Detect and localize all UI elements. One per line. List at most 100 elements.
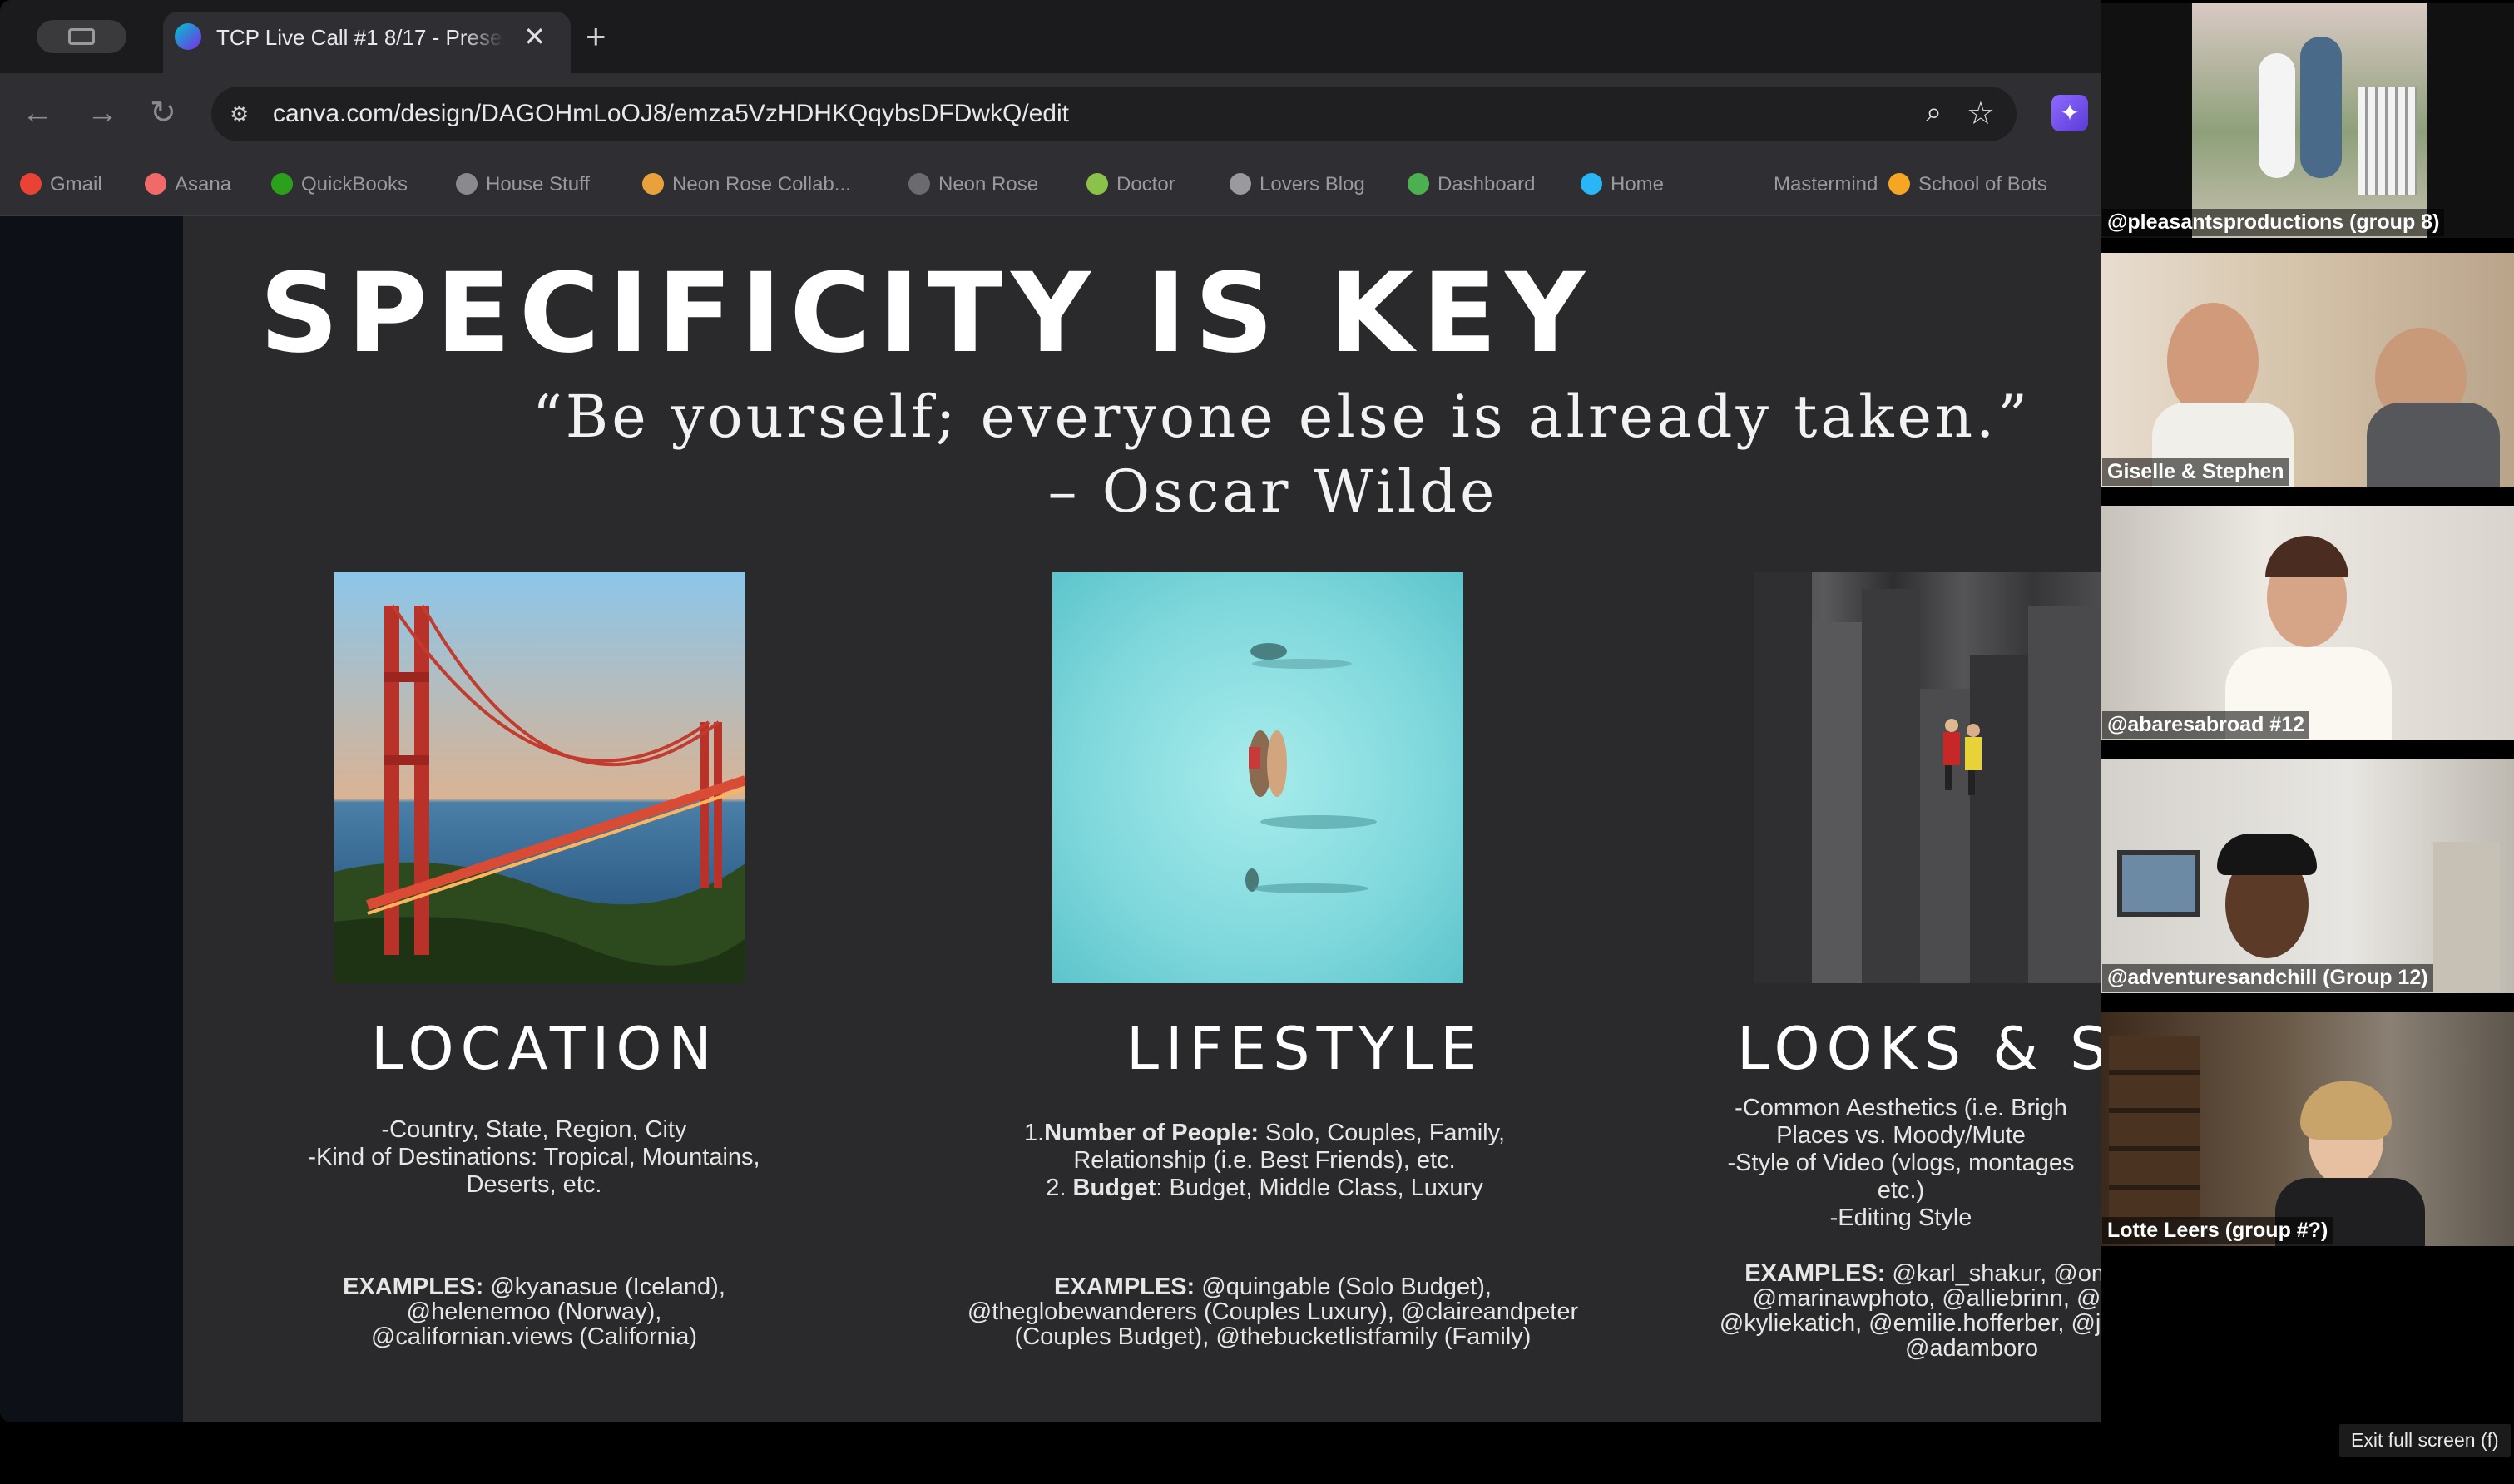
- bookmark-favicon-icon: [20, 173, 42, 195]
- site-settings-icon[interactable]: ⚙: [230, 101, 255, 126]
- video-call-panel: @pleasantsproductions (group 8) Giselle …: [2101, 0, 2514, 1484]
- bookmark-item[interactable]: Gmail: [20, 170, 102, 200]
- category-title-lifestyle: LIFESTYLE: [1126, 1015, 1484, 1083]
- example-handles: @theglobewanderers (Couples Luxury), @cl…: [967, 1298, 1579, 1325]
- participant-video: [2101, 1012, 2514, 1246]
- bookmark-favicon-icon: [1408, 173, 1429, 195]
- tab-strip: TCP Live Call #1 8/17 - Presentation ✕ +: [0, 0, 2101, 73]
- participant-name: @abaresabroad #12: [2102, 711, 2309, 739]
- bookmark-item[interactable]: Neon Rose Collab...: [642, 170, 851, 200]
- reload-button[interactable]: ↻: [150, 93, 176, 133]
- bookmark-label: House Stuff: [486, 173, 590, 195]
- bookmark-favicon-icon: [271, 173, 293, 195]
- example-handles: (Couples Budget), @thebucketlistfamily (…: [1014, 1323, 1532, 1350]
- tab-close-icon[interactable]: ✕: [523, 20, 546, 53]
- bookmark-favicon-icon: [908, 173, 930, 195]
- participant-name: @pleasantsproductions (group 8): [2102, 209, 2445, 236]
- participant-tile[interactable]: @pleasantsproductions (group 8): [2101, 3, 2514, 238]
- bookmark-item[interactable]: Doctor: [1086, 170, 1175, 200]
- bookmark-item[interactable]: School of Bots: [1888, 170, 2047, 200]
- zoom-icon[interactable]: ⌕: [1926, 96, 1942, 129]
- tab-search-button[interactable]: [37, 20, 126, 53]
- bookmark-item[interactable]: Lovers Blog: [1230, 170, 1365, 200]
- presentation-canvas: SPECIFICITY IS KEY “Be yourself; everyon…: [0, 216, 2101, 1422]
- location-line: -Country, State, Region, City: [381, 1116, 687, 1143]
- bookmark-item[interactable]: Asana: [145, 170, 231, 200]
- slide-title: SPECIFICITY IS KEY: [260, 250, 1593, 378]
- browser-window: TCP Live Call #1 8/17 - Presentation ✕ +…: [0, 0, 2101, 1422]
- new-tab-button[interactable]: +: [586, 17, 606, 57]
- looks-line: Places vs. Moody/Mute: [1776, 1122, 2026, 1149]
- lifestyle-text: Solo, Couples, Family,: [1258, 1120, 1506, 1146]
- bookmark-favicon-icon: [456, 173, 478, 195]
- participant-tile[interactable]: Lotte Leers (group #?): [2101, 1012, 2514, 1246]
- bookmark-favicon-icon: [145, 173, 166, 195]
- bookmark-label: Mastermind: [1774, 173, 1878, 195]
- bookmark-favicon-icon: [1744, 173, 1765, 195]
- back-button[interactable]: ←: [22, 93, 53, 133]
- lifestyle-text: Relationship (i.e. Best Friends), etc.: [1073, 1147, 1456, 1174]
- bookmark-favicon-icon: [642, 173, 664, 195]
- participant-video: [2101, 253, 2514, 487]
- examples-label: EXAMPLES:: [1054, 1274, 1195, 1300]
- example-handles: @kyanasue (Iceland),: [490, 1274, 725, 1300]
- lifestyle-text: : Budget, Middle Class, Luxury: [1156, 1175, 1483, 1201]
- basalt-columns-photo: [1754, 572, 2101, 983]
- list-number: 2.: [1046, 1175, 1066, 1201]
- participant-tile[interactable]: Giselle & Stephen: [2101, 253, 2514, 487]
- list-number: 1.: [1023, 1120, 1045, 1146]
- extension-icon[interactable]: ✦: [2051, 95, 2088, 131]
- looks-line: -Common Aesthetics (i.e. Brigh: [1735, 1095, 2067, 1121]
- canva-favicon-icon: [175, 23, 201, 50]
- examples-label: EXAMPLES:: [343, 1274, 484, 1300]
- category-examples-looks: EXAMPLES: @karl_shakur, @omgadrian, @mar…: [1631, 1261, 2101, 1361]
- bookmark-item[interactable]: House Stuff: [456, 170, 590, 200]
- participant-tile[interactable]: @abaresabroad #12: [2101, 506, 2514, 740]
- example-handles: @kyliekatich, @emilie.hofferber, @jorden…: [1719, 1310, 2101, 1337]
- bookmark-favicon-icon: [1086, 173, 1108, 195]
- examples-label: EXAMPLES:: [1744, 1260, 1886, 1287]
- bookmark-item[interactable]: Mastermind: [1744, 170, 1878, 200]
- bookmark-label: Gmail: [50, 173, 102, 195]
- quote-text: “Be yourself; everyone else is already t…: [532, 383, 2031, 451]
- example-handles: @helenemoo (Norway),: [406, 1298, 662, 1325]
- participant-name: Giselle & Stephen: [2102, 458, 2289, 486]
- golden-gate-bridge-photo: [334, 572, 745, 983]
- participant-name: @adventuresandchill (Group 12): [2102, 964, 2433, 992]
- bookmark-item[interactable]: QuickBooks: [271, 170, 408, 200]
- bookmark-label: Neon Rose Collab...: [672, 173, 851, 195]
- looks-line: -Editing Style: [1829, 1205, 1972, 1231]
- participant-video: [2101, 759, 2514, 993]
- participant-name: Lotte Leers (group #?): [2102, 1217, 2333, 1244]
- example-handles: @quingable (Solo Budget),: [1201, 1274, 1492, 1300]
- bookmark-favicon-icon: [1230, 173, 1251, 195]
- category-body-lifestyle: 1.Number of People: Solo, Couples, Famil…: [998, 1120, 1531, 1202]
- category-title-looks: LOOKS & ST: [1737, 1015, 2101, 1083]
- bookmark-label: Neon Rose: [938, 173, 1039, 195]
- tab-search-icon: [68, 28, 95, 45]
- category-title-location: LOCATION: [371, 1015, 719, 1083]
- looks-line: -Style of Video (vlogs, montages: [1727, 1150, 2075, 1176]
- tab-active[interactable]: TCP Live Call #1 8/17 - Presentation ✕: [163, 12, 571, 73]
- bookmark-label: Asana: [175, 173, 232, 195]
- bookmark-item[interactable]: Dashboard: [1408, 170, 1535, 200]
- looks-line: etc.): [1877, 1177, 1925, 1204]
- address-bar[interactable]: ⚙ canva.com/design/DAGOHmLoOJ8/emza5VzHD…: [211, 87, 2017, 141]
- category-examples-location: EXAMPLES: @kyanasue (Iceland), @helenemo…: [293, 1274, 775, 1349]
- participant-tile[interactable]: @adventuresandchill (Group 12): [2101, 759, 2514, 993]
- bookmark-favicon-icon: [1581, 173, 1602, 195]
- category-examples-lifestyle: EXAMPLES: @quingable (Solo Budget), @the…: [932, 1274, 1614, 1349]
- exit-fullscreen-button[interactable]: Exit full screen (f): [2339, 1424, 2511, 1457]
- quote-attribution: – Oscar Wilde: [1047, 458, 1498, 526]
- bookmark-star-icon[interactable]: ☆: [1967, 95, 1995, 132]
- bookmark-label: Lovers Blog: [1259, 173, 1365, 195]
- beach-water-photo: [1052, 572, 1463, 983]
- bookmark-item[interactable]: Home: [1581, 170, 1664, 200]
- bookmark-label: QuickBooks: [301, 173, 408, 195]
- tab-title: TCP Live Call #1 8/17 - Presentation: [216, 25, 504, 50]
- bookmark-item[interactable]: Neon Rose: [908, 170, 1038, 200]
- forward-button[interactable]: →: [87, 93, 118, 133]
- example-handles: @karl_shakur, @omgadrian,: [1892, 1260, 2101, 1287]
- bookmark-label: Doctor: [1116, 173, 1175, 195]
- url-text[interactable]: canva.com/design/DAGOHmLoOJ8/emza5VzHDHK…: [273, 100, 1069, 128]
